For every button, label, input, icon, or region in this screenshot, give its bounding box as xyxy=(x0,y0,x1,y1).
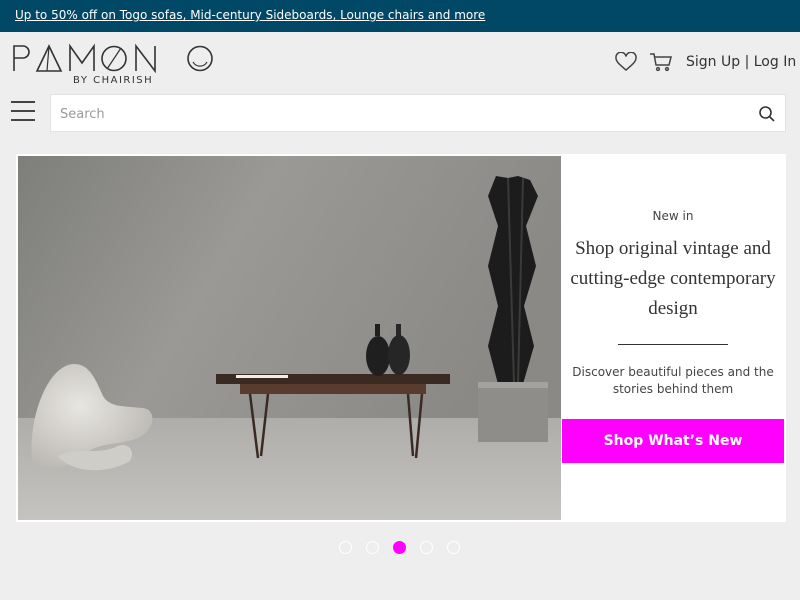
auth-links: Sign Up | Log In xyxy=(686,54,796,70)
shopping-cart-icon[interactable] xyxy=(649,52,673,72)
shop-whats-new-button[interactable]: Shop What’s New xyxy=(562,419,784,463)
search-input[interactable] xyxy=(60,104,740,124)
hero-banner: New in Shop original vintage and cutting… xyxy=(16,154,786,522)
search-icon[interactable] xyxy=(758,105,776,123)
carousel-pagination xyxy=(339,541,464,555)
pamono-logo[interactable]: BY CHAIRISH xyxy=(12,43,214,89)
sign-up-link[interactable]: Sign Up xyxy=(686,54,740,70)
carousel-dot-2[interactable] xyxy=(366,541,379,554)
hamburger-menu-icon[interactable] xyxy=(11,100,35,122)
hero-image[interactable] xyxy=(18,156,561,520)
auth-separator: | xyxy=(744,54,750,70)
carousel-dot-3[interactable] xyxy=(393,541,406,554)
hero-headline: Shop original vintage and cutting-edge c… xyxy=(570,238,776,319)
promo-banner: Up to 50% off on Togo sofas, Mid-century… xyxy=(0,0,800,32)
carousel-dot-1[interactable] xyxy=(339,541,352,554)
hero-copy: New in Shop original vintage and cutting… xyxy=(562,154,784,522)
logo-wordmark xyxy=(13,43,213,73)
search-bar xyxy=(50,94,786,132)
logo-subtitle: BY CHAIRISH xyxy=(73,75,154,86)
hero-description: Discover beautiful pieces and the storie… xyxy=(572,365,774,396)
divider xyxy=(618,344,728,345)
log-in-link[interactable]: Log In xyxy=(754,54,796,70)
carousel-dot-4[interactable] xyxy=(420,541,433,554)
carousel-dot-5[interactable] xyxy=(447,541,460,554)
promo-link[interactable]: Up to 50% off on Togo sofas, Mid-century… xyxy=(15,8,485,22)
heart-icon[interactable] xyxy=(614,52,638,72)
hero-eyebrow: New in xyxy=(652,209,694,223)
